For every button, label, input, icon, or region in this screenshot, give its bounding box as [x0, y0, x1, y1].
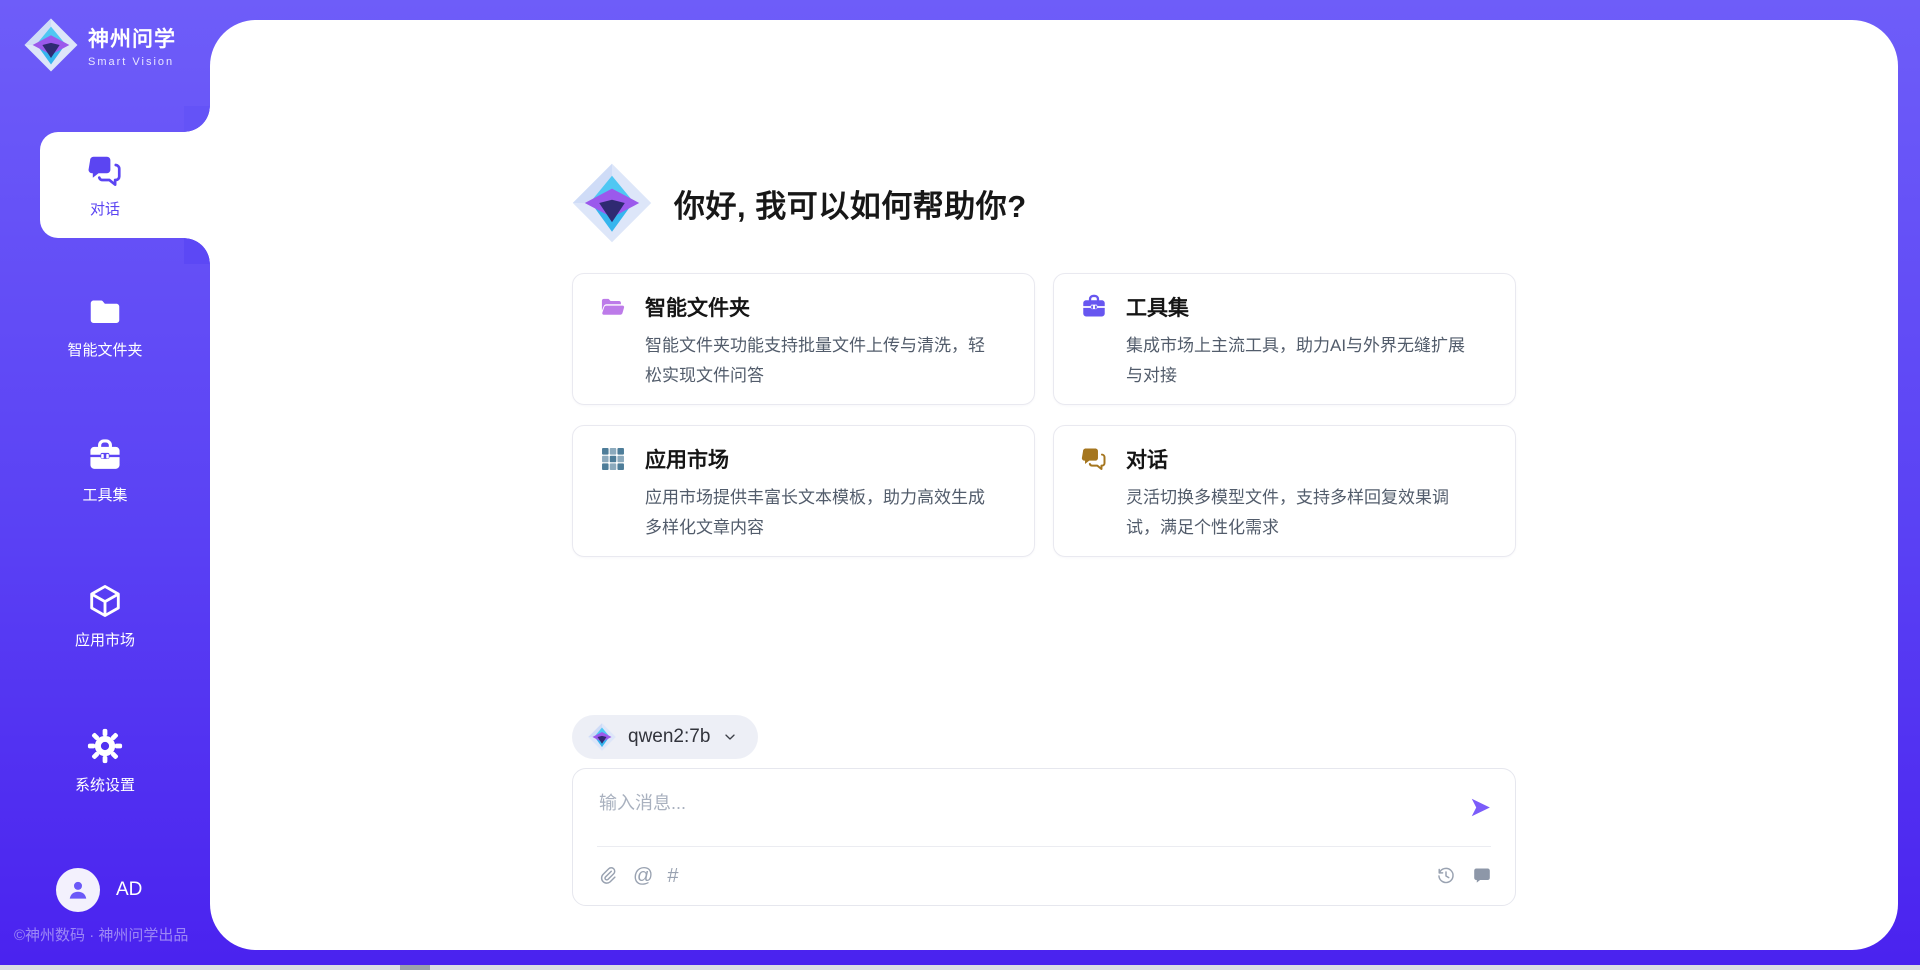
model-logo-icon — [588, 723, 616, 751]
sidebar-item-label: 智能文件夹 — [67, 339, 142, 360]
user-profile[interactable]: AD — [56, 868, 142, 912]
avatar[interactable] — [56, 868, 100, 912]
brand: 神州问学 Smart Vision — [24, 18, 176, 72]
main-panel: 你好, 我可以如何帮助你? 智能文件夹 智能文件夹功能支持批量文件上传与清洗，轻… — [210, 20, 1898, 950]
sidebar: 神州问学 Smart Vision 对话 智能文件夹 工具集 应用市场 系统设置… — [0, 0, 210, 970]
sidebar-item-label: 工具集 — [82, 484, 127, 505]
card-title: 对话 — [1126, 444, 1168, 474]
tab-fillet-top — [184, 106, 210, 132]
chat-bubble-icon[interactable] — [1471, 865, 1493, 887]
hashtag-icon[interactable]: # — [667, 865, 678, 887]
horizontal-scrollbar-track[interactable] — [0, 965, 1920, 970]
sidebar-item-smart-folder[interactable]: 智能文件夹 — [0, 292, 210, 360]
greeting-text: 你好, 我可以如何帮助你? — [674, 181, 1027, 226]
sidebar-item-label: 应用市场 — [75, 629, 135, 650]
card-app-market[interactable]: 应用市场 应用市场提供丰富长文本模板，助力高效生成多样化文章内容 — [572, 425, 1035, 557]
sidebar-item-toolset[interactable]: 工具集 — [0, 437, 210, 505]
grid-icon — [599, 445, 627, 473]
feature-cards: 智能文件夹 智能文件夹功能支持批量文件上传与清洗，轻松实现文件问答 工具集 集成… — [572, 273, 1516, 557]
card-title: 工具集 — [1126, 292, 1189, 322]
cube-icon — [86, 582, 124, 620]
sidebar-item-chat[interactable]: 对话 — [0, 132, 210, 238]
chat-icon — [86, 152, 124, 190]
composer-toolbar: @ # — [597, 847, 1493, 905]
card-toolset[interactable]: 工具集 集成市场上主流工具，助力AI与外界无缝扩展与对接 — [1053, 273, 1516, 405]
briefcase-icon — [1080, 293, 1108, 321]
chat-icon — [1080, 445, 1108, 473]
card-chat[interactable]: 对话 灵活切换多模型文件，支持多样回复效果调试，满足个性化需求 — [1053, 425, 1516, 557]
sidebar-item-label: 对话 — [90, 198, 120, 219]
greeting-logo-icon — [572, 163, 652, 243]
person-icon — [65, 877, 91, 903]
tab-fillet-bottom — [184, 238, 210, 264]
card-description: 集成市场上主流工具，助力AI与外界无缝扩展与对接 — [1126, 331, 1482, 391]
greeting-row: 你好, 我可以如何帮助你? — [572, 163, 1027, 243]
brand-subtitle: Smart Vision — [88, 56, 176, 68]
message-input[interactable]: 输入消息... — [599, 789, 1445, 815]
horizontal-scrollbar-thumb[interactable] — [400, 965, 430, 970]
brand-logo-icon — [24, 18, 78, 72]
copyright-text: ©神州数码 · 神州问学出品 — [14, 924, 188, 945]
paperclip-icon[interactable] — [597, 865, 619, 887]
brand-name: 神州问学 — [88, 23, 176, 53]
folder-icon — [86, 292, 124, 330]
active-tab-background — [40, 132, 210, 238]
sidebar-item-settings[interactable]: 系统设置 — [0, 727, 210, 795]
model-name: qwen2:7b — [628, 726, 710, 748]
message-composer: 输入消息... @ # — [572, 768, 1516, 906]
card-smart-folder[interactable]: 智能文件夹 智能文件夹功能支持批量文件上传与清洗，轻松实现文件问答 — [572, 273, 1035, 405]
briefcase-icon — [86, 437, 124, 475]
history-icon[interactable] — [1435, 865, 1457, 887]
gear-icon — [86, 727, 124, 765]
send-button[interactable] — [1468, 795, 1493, 820]
model-selector[interactable]: qwen2:7b — [572, 715, 758, 759]
card-description: 灵活切换多模型文件，支持多样回复效果调试，满足个性化需求 — [1126, 483, 1482, 543]
card-description: 应用市场提供丰富长文本模板，助力高效生成多样化文章内容 — [645, 483, 1001, 543]
chevron-down-icon — [722, 729, 738, 745]
card-title: 应用市场 — [645, 444, 729, 474]
mention-icon[interactable]: @ — [633, 865, 653, 887]
sidebar-item-app-market[interactable]: 应用市场 — [0, 582, 210, 650]
user-name: AD — [116, 879, 142, 901]
card-description: 智能文件夹功能支持批量文件上传与清洗，轻松实现文件问答 — [645, 331, 1001, 391]
sidebar-item-label: 系统设置 — [75, 774, 135, 795]
card-title: 智能文件夹 — [645, 292, 750, 322]
open-folder-icon — [599, 293, 627, 321]
content-column: 你好, 我可以如何帮助你? 智能文件夹 智能文件夹功能支持批量文件上传与清洗，轻… — [572, 20, 1516, 950]
